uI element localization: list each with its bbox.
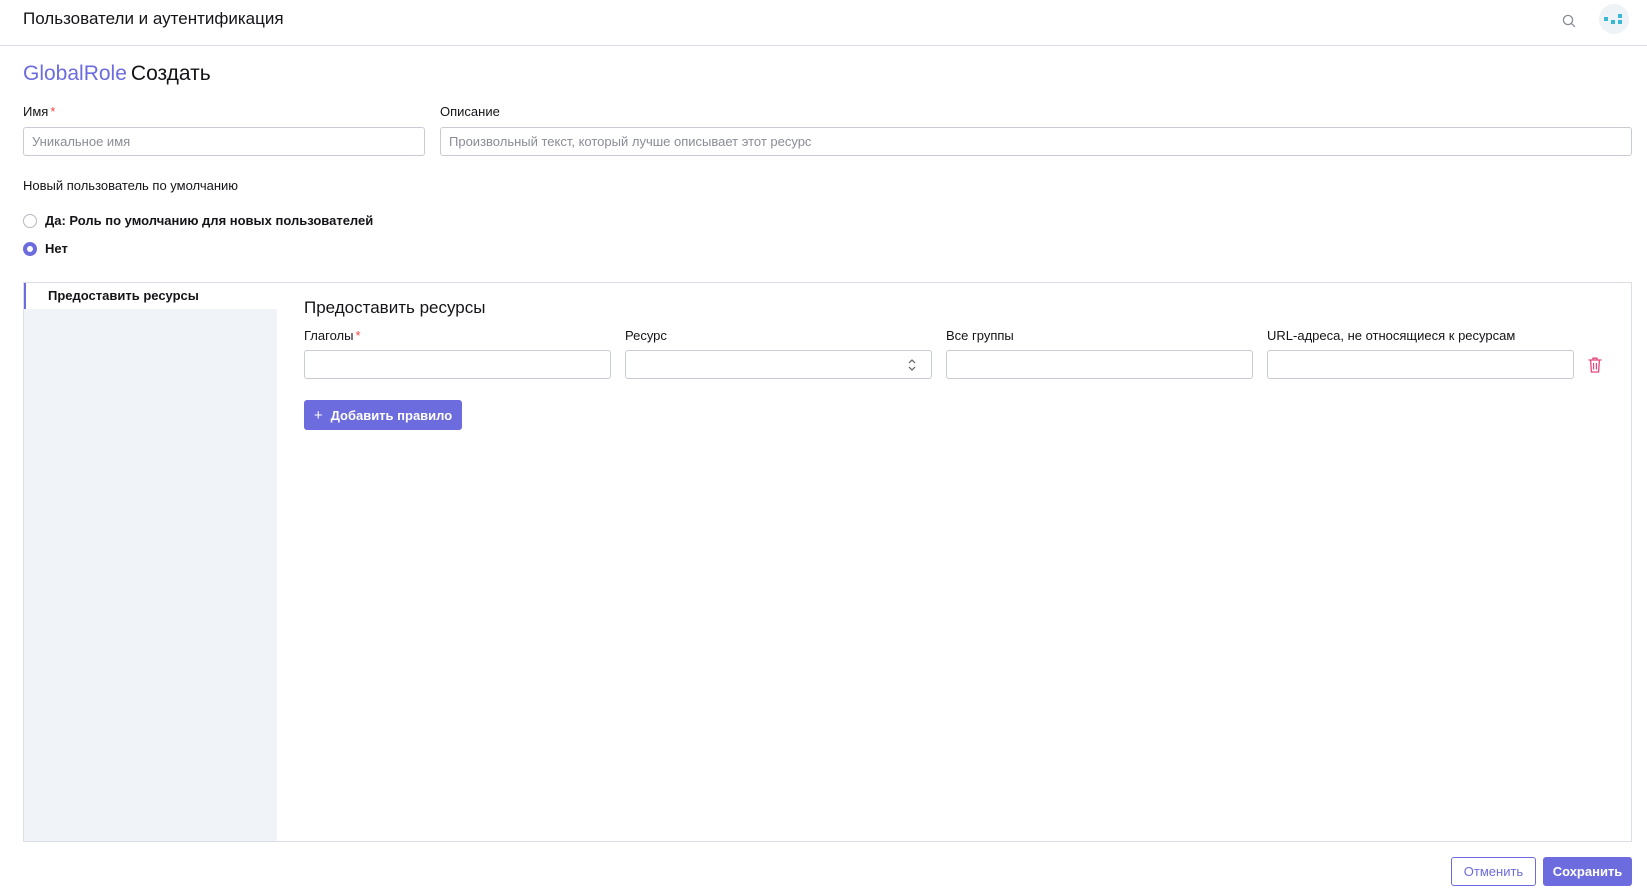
all-groups-input[interactable] bbox=[946, 350, 1253, 379]
search-icon[interactable] bbox=[1558, 10, 1580, 32]
description-input[interactable] bbox=[440, 127, 1632, 156]
required-mark: * bbox=[50, 104, 56, 119]
radio-option-no[interactable]: Нет bbox=[23, 241, 68, 256]
name-input[interactable] bbox=[23, 127, 425, 156]
verbs-label-text: Глаголы bbox=[304, 328, 354, 343]
radio-label-yes: Да: Роль по умолчанию для новых пользова… bbox=[45, 213, 374, 228]
cancel-button[interactable]: Отменить bbox=[1451, 857, 1536, 886]
non-resource-urls-label: URL-адреса, не относящиеся к ресурсам bbox=[1267, 328, 1516, 343]
top-bar: Пользователи и аутентификация bbox=[0, 0, 1647, 46]
name-label-text: Имя bbox=[23, 104, 49, 119]
description-label: Описание bbox=[440, 104, 500, 119]
resource-select[interactable] bbox=[625, 350, 932, 379]
radio-button-yes[interactable] bbox=[23, 213, 37, 228]
radio-option-yes[interactable]: Да: Роль по умолчанию для новых пользова… bbox=[23, 213, 373, 228]
side-tab-nav: Предоставить ресурсы bbox=[24, 283, 277, 841]
verbs-label: Глаголы * bbox=[304, 328, 361, 343]
add-rule-label: Добавить правило bbox=[330, 407, 453, 423]
app-title: Пользователи и аутентификация bbox=[23, 9, 284, 28]
radio-label-no: Нет bbox=[45, 241, 68, 256]
add-rule-button[interactable]: + Добавить правило bbox=[304, 400, 462, 430]
all-groups-label: Все группы bbox=[946, 328, 1014, 343]
page-title-resource[interactable]: GlobalRole bbox=[23, 62, 127, 85]
radio-button-no[interactable] bbox=[23, 241, 37, 256]
tab-grant-resources[interactable]: Предоставить ресурсы bbox=[24, 283, 277, 309]
page-title: GlobalRole Создать bbox=[23, 62, 211, 86]
section-title: Предоставить ресурсы bbox=[304, 298, 486, 317]
page-title-action: Создать bbox=[130, 62, 211, 85]
trash-icon[interactable] bbox=[1587, 356, 1603, 374]
verbs-input[interactable] bbox=[304, 350, 611, 379]
chevron-up-down-icon bbox=[908, 359, 916, 371]
name-label: Имя * bbox=[23, 104, 55, 119]
new-user-default-label: Новый пользователь по умолчанию bbox=[23, 178, 239, 193]
save-button[interactable]: Сохранить bbox=[1543, 857, 1632, 886]
plus-icon: + bbox=[313, 406, 323, 424]
verbs-required-mark: * bbox=[355, 328, 361, 343]
resource-label: Ресурс bbox=[625, 328, 667, 343]
non-resource-urls-input[interactable] bbox=[1267, 350, 1574, 379]
avatar-icon[interactable] bbox=[1599, 4, 1629, 34]
